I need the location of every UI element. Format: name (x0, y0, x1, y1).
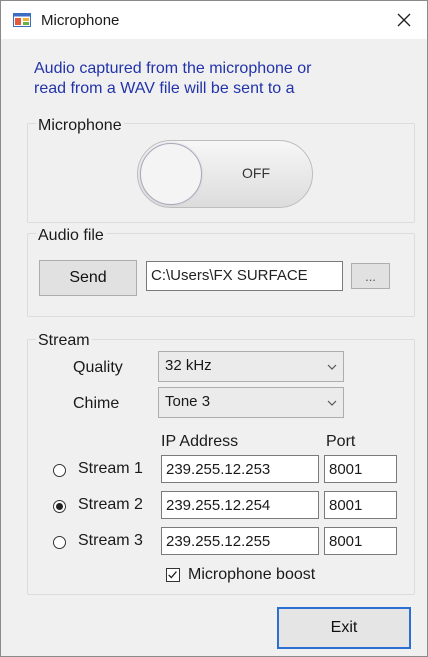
window-title: Microphone (41, 12, 120, 29)
app-window-icon (13, 13, 31, 27)
audio-file-group-label: Audio file (36, 227, 106, 245)
close-icon[interactable] (391, 7, 417, 33)
intro-line-1: Audio captured from the microphone or (34, 60, 312, 77)
chevron-down-icon (327, 364, 337, 370)
intro-text: Audio captured from the microphone or re… (34, 59, 409, 99)
stream-3-ip-input[interactable]: 239.255.12.255 (161, 527, 319, 555)
quality-select-value: 32 kHz (165, 357, 212, 374)
stream-1-label[interactable]: Stream 1 (78, 460, 143, 478)
stream-group-label: Stream (36, 332, 92, 350)
stream-1-ip-input[interactable]: 239.255.12.253 (161, 455, 319, 483)
port-header: Port (326, 433, 356, 450)
stream-3-label[interactable]: Stream 3 (78, 532, 143, 550)
ip-address-header: IP Address (161, 433, 239, 450)
stream-2-radio[interactable] (53, 500, 66, 513)
stream-1-radio[interactable] (53, 464, 66, 477)
intro-line-2: read from a WAV file will be sent to a (34, 80, 295, 97)
microphone-boost-label[interactable]: Microphone boost (188, 566, 315, 584)
chime-select[interactable]: Tone 3 (158, 387, 344, 418)
microphone-boost-checkbox[interactable] (166, 568, 180, 582)
chevron-down-icon (327, 400, 337, 406)
microphone-window: Microphone Audio captured from the micro… (0, 0, 428, 657)
title-bar: Microphone (1, 1, 427, 39)
chime-select-value: Tone 3 (165, 393, 211, 410)
chime-label: Chime (73, 395, 120, 412)
microphone-group-label: Microphone (36, 117, 124, 135)
checkmark-icon (168, 571, 177, 579)
stream-2-ip-input[interactable]: 239.255.12.254 (161, 491, 319, 519)
stream-3-radio[interactable] (53, 536, 66, 549)
stream-3-port-input[interactable]: 8001 (324, 527, 397, 555)
toggle-knob[interactable] (140, 143, 202, 205)
stream-2-port-input[interactable]: 8001 (324, 491, 397, 519)
quality-select[interactable]: 32 kHz (158, 351, 344, 382)
microphone-toggle[interactable]: OFF (137, 140, 313, 208)
toggle-state-text: OFF (242, 165, 270, 181)
quality-label: Quality (73, 359, 123, 376)
stream-1-port-input[interactable]: 8001 (324, 455, 397, 483)
browse-button[interactable]: ... (351, 263, 390, 289)
stream-2-label[interactable]: Stream 2 (78, 496, 143, 514)
send-button[interactable]: Send (39, 260, 137, 296)
audio-file-path-input[interactable]: C:\Users\FX SURFACE (146, 261, 343, 291)
exit-button[interactable]: Exit (277, 607, 411, 649)
